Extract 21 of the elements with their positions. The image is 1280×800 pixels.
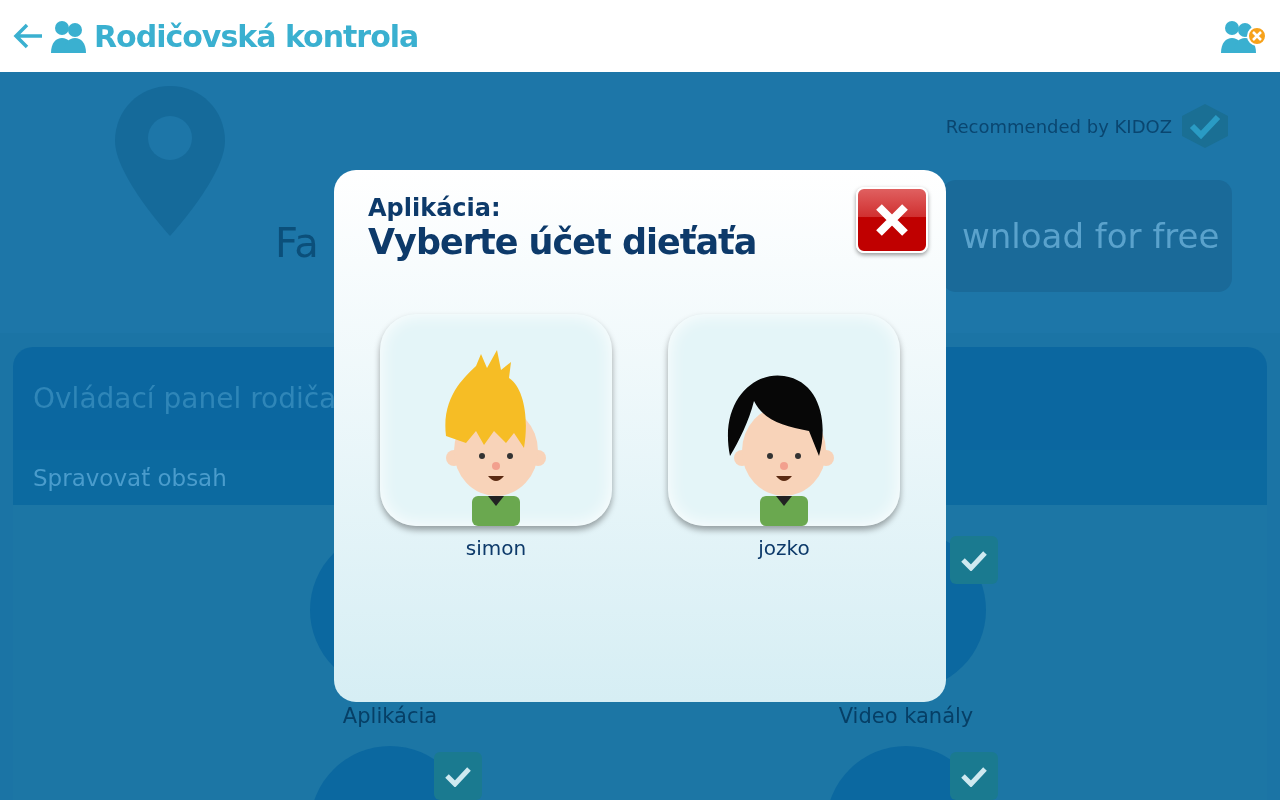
close-button[interactable] xyxy=(856,187,928,253)
dialog-title: Vyberte účet dieťaťa xyxy=(368,222,758,262)
checkbox[interactable] xyxy=(434,752,482,800)
checkbox[interactable] xyxy=(950,536,998,584)
check-icon xyxy=(960,549,988,571)
check-icon xyxy=(444,765,472,787)
app-title: Rodičovská kontrola xyxy=(94,18,419,54)
dialog-subtitle: Aplikácia: xyxy=(368,194,501,222)
close-icon xyxy=(874,204,910,236)
recommended-text: Recommended by KIDOZ xyxy=(945,115,1172,137)
child-name: jozko xyxy=(758,536,810,560)
people-icon xyxy=(50,19,88,53)
child-avatar-card[interactable] xyxy=(668,314,900,526)
child-name: simon xyxy=(465,536,527,560)
category-label: Video kanály xyxy=(838,704,974,728)
section-title: Spravovať obsah xyxy=(33,464,227,491)
people-close-icon[interactable] xyxy=(1220,19,1268,53)
category-label: Aplikácia xyxy=(342,704,438,728)
check-icon xyxy=(960,765,988,787)
checkbox[interactable] xyxy=(950,752,998,800)
back-arrow-icon[interactable] xyxy=(12,22,44,50)
